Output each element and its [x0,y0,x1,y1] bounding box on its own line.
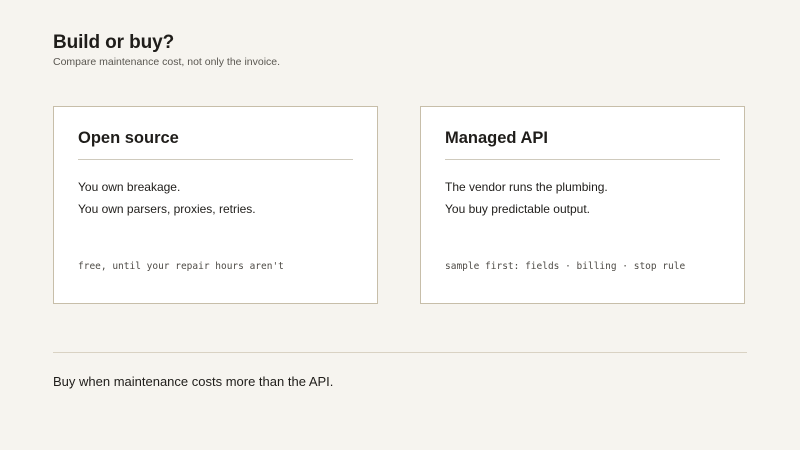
card-line: You buy predictable output. [445,202,591,216]
managed-api-card: Managed API The vendor runs the plumbing… [420,106,745,304]
card-line: The vendor runs the plumbing. [445,180,608,194]
section-divider [53,352,747,353]
open-source-card: Open source You own breakage. You own pa… [53,106,378,304]
card-footnote: free, until your repair hours aren't [78,261,284,272]
page-subtitle: Compare maintenance cost, not only the i… [53,56,281,68]
card-title: Managed API [445,129,548,147]
card-line: You own parsers, proxies, retries. [78,202,256,216]
conclusion-text: Buy when maintenance costs more than the… [53,374,334,389]
card-line: You own breakage. [78,180,181,194]
page-title: Build or buy? [53,32,175,53]
card-title: Open source [78,129,179,147]
card-divider [445,159,720,160]
card-footnote: sample first: fields · billing · stop ru… [445,261,686,272]
card-divider [78,159,353,160]
